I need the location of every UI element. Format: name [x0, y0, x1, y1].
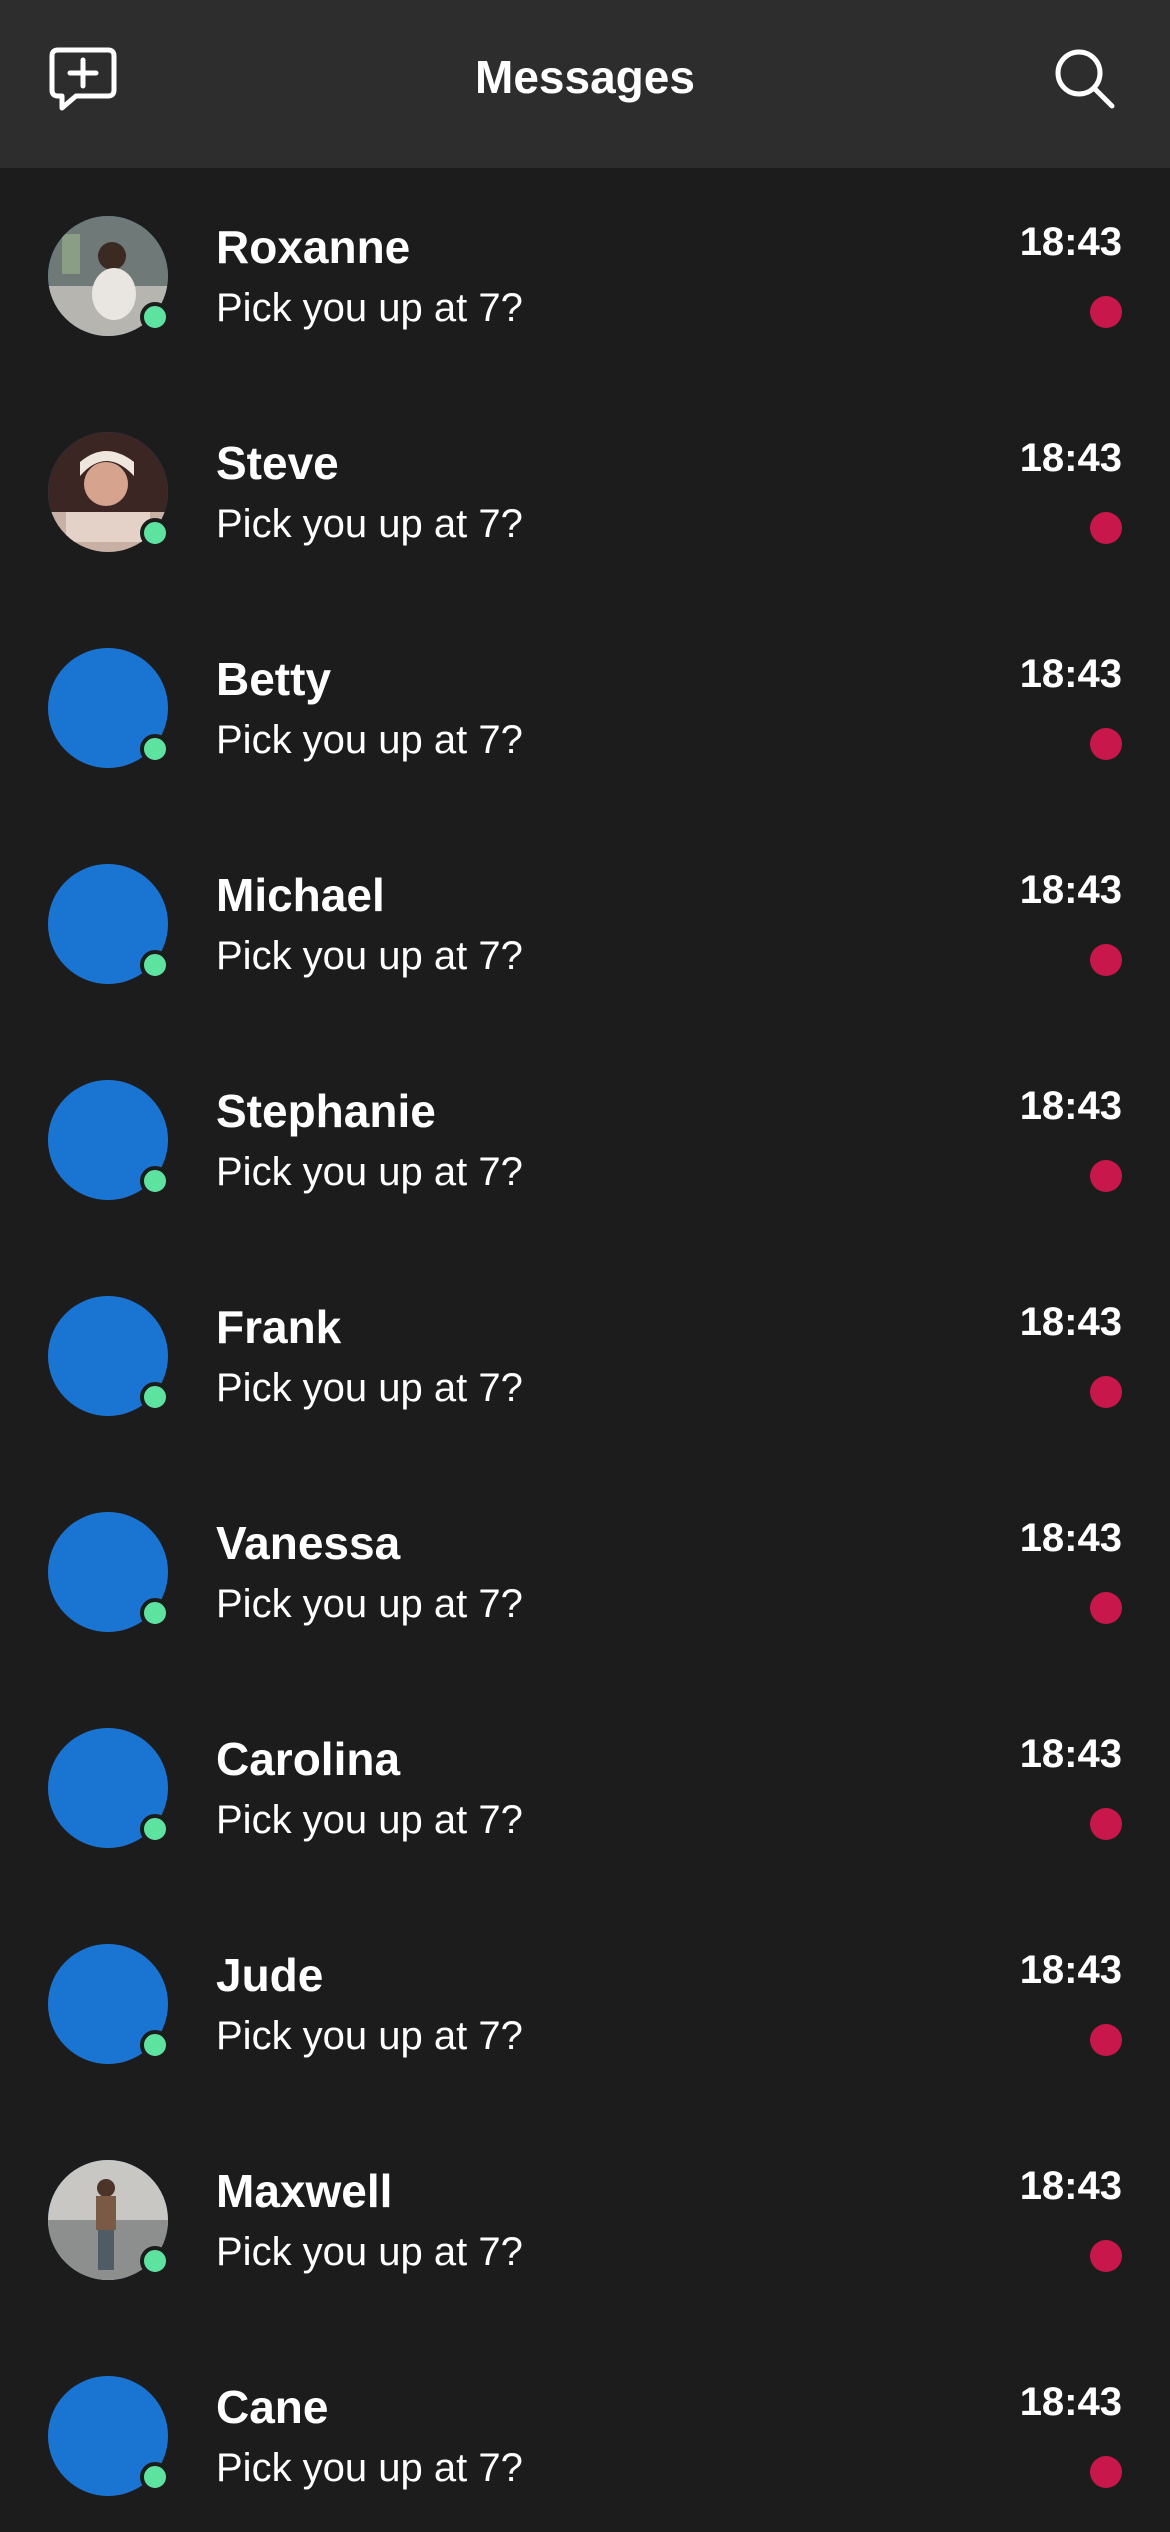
avatar-container[interactable]	[48, 1944, 170, 2064]
contact-name: Roxanne	[216, 221, 411, 273]
unread-indicator	[1090, 1160, 1122, 1192]
avatar-container[interactable]	[48, 216, 170, 336]
message-preview: Pick you up at 7?	[216, 286, 523, 330]
message-time: 18:43	[1019, 220, 1122, 264]
online-status-dot	[140, 518, 170, 548]
message-preview: Pick you up at 7?	[216, 934, 523, 978]
contact-name: Vanessa	[216, 1517, 401, 1569]
message-preview: Pick you up at 7?	[216, 1582, 523, 1626]
avatar-container[interactable]	[48, 1728, 170, 1848]
contact-name: Betty	[216, 653, 332, 705]
conversation-row[interactable]: Betty Pick you up at 7? 18:43	[0, 600, 1170, 816]
contact-name: Cane	[216, 2381, 329, 2433]
unread-indicator	[1090, 1376, 1122, 1408]
unread-indicator	[1090, 1592, 1122, 1624]
message-preview: Pick you up at 7?	[216, 2014, 523, 2058]
conversation-row[interactable]: Michael Pick you up at 7? 18:43	[0, 816, 1170, 1032]
contact-name: Steve	[216, 437, 339, 489]
online-status-dot	[140, 302, 170, 332]
online-status-dot	[140, 2462, 170, 2492]
messages-screen: Messages Roxanne Pick you up at 7? 18:43 St…	[0, 0, 1170, 2532]
unread-indicator	[1090, 2240, 1122, 2272]
unread-indicator	[1090, 944, 1122, 976]
contact-name: Jude	[216, 1949, 324, 2001]
conversation-row[interactable]: Carolina Pick you up at 7? 18:43	[0, 1680, 1170, 1896]
contact-name: Maxwell	[216, 2165, 393, 2217]
message-preview: Pick you up at 7?	[216, 2446, 523, 2490]
conversation-row[interactable]: Roxanne Pick you up at 7? 18:43	[0, 168, 1170, 384]
message-time: 18:43	[1019, 436, 1122, 480]
online-status-dot	[140, 950, 170, 980]
conversation-row[interactable]: Frank Pick you up at 7? 18:43	[0, 1248, 1170, 1464]
avatar-container[interactable]	[48, 648, 170, 768]
unread-indicator	[1090, 296, 1122, 328]
message-preview: Pick you up at 7?	[216, 1798, 523, 1842]
message-preview: Pick you up at 7?	[216, 2230, 523, 2274]
message-preview: Pick you up at 7?	[216, 718, 523, 762]
conversation-row[interactable]: Stephanie Pick you up at 7? 18:43	[0, 1032, 1170, 1248]
unread-indicator	[1090, 512, 1122, 544]
avatar-container[interactable]	[48, 432, 170, 552]
contact-name: Michael	[216, 869, 385, 921]
conversation-row[interactable]: Maxwell Pick you up at 7? 18:43	[0, 2112, 1170, 2328]
online-status-dot	[140, 1382, 170, 1412]
message-time: 18:43	[1019, 1516, 1122, 1560]
online-status-dot	[140, 1166, 170, 1196]
search-icon[interactable]	[1054, 48, 1116, 110]
unread-indicator	[1090, 728, 1122, 760]
online-status-dot	[140, 1598, 170, 1628]
avatar-container[interactable]	[48, 1296, 170, 1416]
avatar-container[interactable]	[48, 1512, 170, 1632]
message-preview: Pick you up at 7?	[216, 1366, 523, 1410]
unread-indicator	[1090, 2456, 1122, 2488]
message-time: 18:43	[1019, 1948, 1122, 1992]
contact-name: Carolina	[216, 1733, 401, 1785]
message-time: 18:43	[1019, 1732, 1122, 1776]
avatar-container[interactable]	[48, 864, 170, 984]
conversation-row[interactable]: Vanessa Pick you up at 7? 18:43	[0, 1464, 1170, 1680]
conversation-row[interactable]: Jude Pick you up at 7? 18:43	[0, 1896, 1170, 2112]
avatar-container[interactable]	[48, 1080, 170, 1200]
online-status-dot	[140, 2246, 170, 2276]
unread-indicator	[1090, 1808, 1122, 1840]
message-time: 18:43	[1019, 868, 1122, 912]
message-time: 18:43	[1019, 2164, 1122, 2208]
avatar-container[interactable]	[48, 2160, 170, 2280]
contact-name: Stephanie	[216, 1085, 436, 1137]
message-time: 18:43	[1019, 652, 1122, 696]
contact-name: Frank	[216, 1301, 342, 1353]
conversation-list: Roxanne Pick you up at 7? 18:43 Steve Pick y…	[0, 168, 1170, 2532]
online-status-dot	[140, 1814, 170, 1844]
page-title: Messages	[475, 51, 695, 103]
message-preview: Pick you up at 7?	[216, 502, 523, 546]
message-time: 18:43	[1019, 1084, 1122, 1128]
online-status-dot	[140, 734, 170, 764]
message-time: 18:43	[1019, 2380, 1122, 2424]
unread-indicator	[1090, 2024, 1122, 2056]
avatar-container[interactable]	[48, 2376, 170, 2496]
conversation-row[interactable]: Cane Pick you up at 7? 18:43	[0, 2328, 1170, 2532]
header-bar: Messages	[0, 0, 1170, 168]
message-preview: Pick you up at 7?	[216, 1150, 523, 1194]
online-status-dot	[140, 2030, 170, 2060]
message-time: 18:43	[1019, 1300, 1122, 1344]
conversation-row[interactable]: Steve Pick you up at 7? 18:43	[0, 384, 1170, 600]
